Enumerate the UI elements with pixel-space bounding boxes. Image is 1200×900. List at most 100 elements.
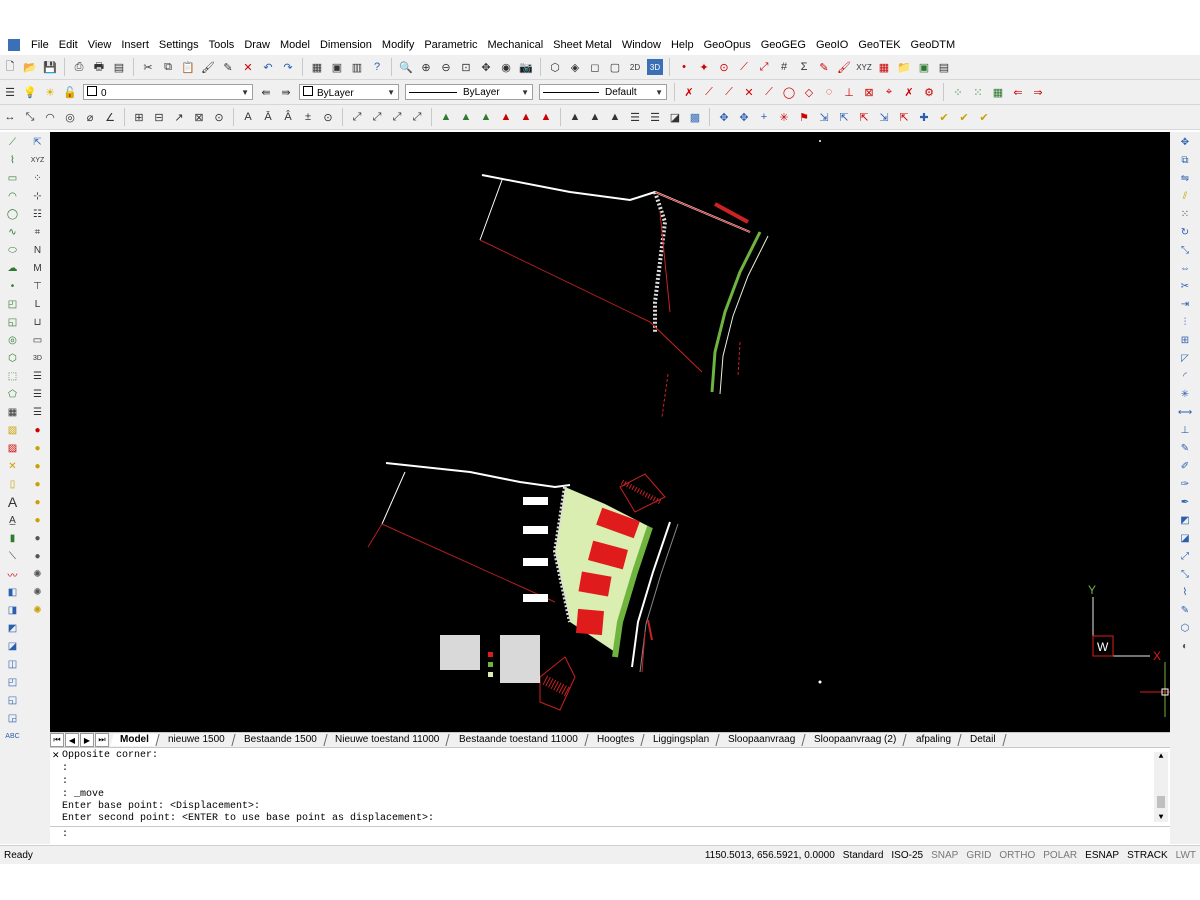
redo-icon[interactable]: ↷ xyxy=(280,59,296,75)
design-center-icon[interactable]: ▣ xyxy=(329,59,345,75)
geo-arrow-5-icon[interactable]: ⇱ xyxy=(896,109,912,125)
edit-2-icon[interactable]: ✐ xyxy=(1177,458,1193,474)
close-icon[interactable]: ✕ xyxy=(52,750,60,761)
menu-insert[interactable]: Insert xyxy=(116,39,154,51)
dim-update-icon[interactable]: Â xyxy=(280,109,296,125)
table-icon[interactable]: ▦ xyxy=(876,59,892,75)
scrollbar-thumb[interactable] xyxy=(1157,796,1165,808)
dots-icon[interactable]: ⁘ xyxy=(30,170,46,186)
geo-check-2-icon[interactable]: ✔ xyxy=(956,109,972,125)
geo-table-icon[interactable]: ▦ xyxy=(990,84,1006,100)
drawing-canvas[interactable]: Y X W xyxy=(50,132,1170,732)
light-4-icon[interactable]: ● xyxy=(30,476,46,492)
align-icon[interactable]: ⊥ xyxy=(1177,422,1193,438)
scale-icon[interactable]: ⤡ xyxy=(1177,242,1193,258)
edit-12-icon[interactable]: ◐ xyxy=(1177,638,1193,654)
menu-sheet-metal[interactable]: Sheet Metal xyxy=(548,39,617,51)
rectangle-icon[interactable]: ▭ xyxy=(5,170,21,186)
xyz-icon[interactable]: XYZ xyxy=(30,152,46,168)
geo-pin-icon[interactable]: ✚ xyxy=(916,109,932,125)
snap-line-icon[interactable]: ⟋ xyxy=(736,59,752,75)
view-3d-2-icon[interactable]: ◨ xyxy=(5,602,21,618)
snap-endpoint-icon[interactable]: • xyxy=(676,59,692,75)
ray-icon[interactable]: ⟍ xyxy=(5,548,21,564)
block-icon[interactable]: ◰ xyxy=(5,296,21,312)
osnap-settings-icon[interactable]: ⚙ xyxy=(921,84,937,100)
dim-l-icon[interactable]: L xyxy=(30,296,46,312)
tab-afpaling[interactable]: afpaling xyxy=(905,734,962,746)
cut-icon[interactable]: ✂ xyxy=(140,59,156,75)
new-file-icon[interactable]: 🗋 xyxy=(2,59,18,75)
trim-icon[interactable]: ✂ xyxy=(1177,278,1193,294)
triangle-6-icon[interactable]: ▲ xyxy=(538,109,554,125)
grid-toggle[interactable]: GRID xyxy=(962,850,995,861)
view-3d-4-icon[interactable]: ◪ xyxy=(5,638,21,654)
offset-icon[interactable]: ⫽ xyxy=(1177,188,1193,204)
grid-icon[interactable]: # xyxy=(776,59,792,75)
polygon-icon[interactable]: ⬡ xyxy=(5,350,21,366)
menu-draw[interactable]: Draw xyxy=(239,39,275,51)
triangle-9-icon[interactable]: ▲ xyxy=(607,109,623,125)
dim-list-1-icon[interactable]: ☰ xyxy=(30,368,46,384)
lwt-toggle[interactable]: LWT xyxy=(1172,850,1200,861)
zoom-out-icon[interactable]: ⊖ xyxy=(438,59,454,75)
plot-icon[interactable]: ▤ xyxy=(111,59,127,75)
edit-6-icon[interactable]: ◪ xyxy=(1177,530,1193,546)
menu-edit[interactable]: Edit xyxy=(54,39,83,51)
open-file-icon[interactable]: 📂 xyxy=(22,59,38,75)
dim-center-icon[interactable]: ⊙ xyxy=(211,109,227,125)
linetype-dropdown[interactable]: ByLayer ▼ xyxy=(405,84,533,100)
geo-flag-icon[interactable]: ⚑ xyxy=(796,109,812,125)
osnap-none-icon[interactable]: ✗ xyxy=(901,84,917,100)
light-7-icon[interactable]: ● xyxy=(30,530,46,546)
properties-icon[interactable]: ▦ xyxy=(309,59,325,75)
view-3d-7-icon[interactable]: ◱ xyxy=(5,692,21,708)
dim-3d-icon[interactable]: 3D xyxy=(30,350,46,366)
sun-2-icon[interactable]: ✺ xyxy=(30,584,46,600)
geo-label-3-icon[interactable]: ⤢ xyxy=(389,109,405,125)
first-tab-icon[interactable]: ⏮ xyxy=(50,733,64,747)
layer-on-icon[interactable]: 💡 xyxy=(22,84,38,100)
pan-icon[interactable]: ✥ xyxy=(478,59,494,75)
tab-sloopaanvraag[interactable]: Sloopaanvraag xyxy=(718,734,806,746)
osnap-nearest-icon[interactable]: ⌖ xyxy=(881,84,897,100)
dim-u-icon[interactable]: ⊔ xyxy=(30,314,46,330)
dim-box-icon[interactable]: ▭ xyxy=(30,332,46,348)
geo-arrow-1-icon[interactable]: ⇲ xyxy=(816,109,832,125)
view-3d-icon[interactable]: 3D xyxy=(647,59,663,75)
menu-mechanical[interactable]: Mechanical xyxy=(483,39,549,51)
chart-icon[interactable]: ▮ xyxy=(5,530,21,546)
scroll-down-icon[interactable]: ▼ xyxy=(1154,813,1168,822)
spline-icon[interactable]: ∿ xyxy=(5,224,21,240)
camera-icon[interactable]: 📷 xyxy=(518,59,534,75)
view-3d-1-icon[interactable]: ◧ xyxy=(5,584,21,600)
triangle-8-icon[interactable]: ▲ xyxy=(587,109,603,125)
color-dropdown[interactable]: ByLayer ▼ xyxy=(299,84,399,100)
grid-icon[interactable]: ⌗ xyxy=(30,224,46,240)
dim-n-icon[interactable]: N xyxy=(30,242,46,258)
pencil-icon[interactable]: ✎ xyxy=(816,59,832,75)
command-input[interactable]: : xyxy=(50,826,1170,843)
dim-list-2-icon[interactable]: ☰ xyxy=(30,386,46,402)
break-icon[interactable]: ⫶ xyxy=(1177,314,1193,330)
dim-edit-icon[interactable]: A xyxy=(240,109,256,125)
move-icon[interactable]: ✥ xyxy=(1177,134,1193,150)
osnap-endpoint-icon[interactable]: ⟋ xyxy=(701,84,717,100)
triangle-3-icon[interactable]: ▲ xyxy=(478,109,494,125)
layer-freeze-icon[interactable]: ☀ xyxy=(42,84,58,100)
sum-icon[interactable]: Σ xyxy=(796,59,812,75)
edit-9-icon[interactable]: ⌇ xyxy=(1177,584,1193,600)
command-scrollbar[interactable]: ▲ ▼ xyxy=(1154,752,1168,822)
cloud-icon[interactable]: ☁ xyxy=(5,260,21,276)
light-6-icon[interactable]: ● xyxy=(30,512,46,528)
dim-text-icon[interactable]: Ā xyxy=(260,109,276,125)
tab-hoogtes[interactable]: Hoogtes xyxy=(587,734,645,746)
geo-move-1-icon[interactable]: ✥ xyxy=(716,109,732,125)
view-3d-6-icon[interactable]: ◰ xyxy=(5,674,21,690)
dim-list-3-icon[interactable]: ☰ xyxy=(30,404,46,420)
next-tab-icon[interactable]: ▶ xyxy=(80,733,94,747)
tab-detail[interactable]: Detail xyxy=(960,734,1006,746)
layer-manager-icon[interactable]: ☰ xyxy=(2,84,18,100)
menu-modify[interactable]: Modify xyxy=(377,39,419,51)
menu-geoio[interactable]: GeoIO xyxy=(811,39,853,51)
